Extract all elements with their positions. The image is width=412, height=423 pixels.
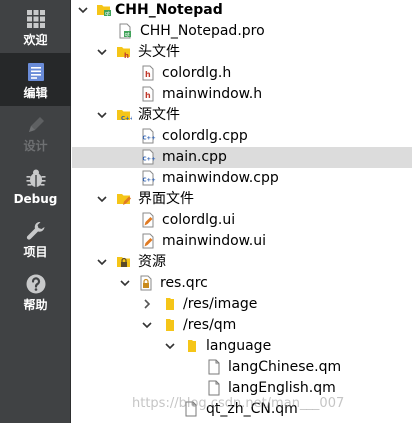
chevron-down-icon[interactable] xyxy=(76,3,90,17)
project-tree: qt CHH_Notepad qt CHH_Notepad.pro h 头文件 … xyxy=(72,0,412,423)
resource-folder-icon xyxy=(117,257,130,267)
tree-item-file[interactable]: langChinese.qm xyxy=(72,357,412,378)
tree-item-project[interactable]: qt CHH_Notepad xyxy=(72,0,412,21)
tree-item-qrc-file[interactable]: res.qrc xyxy=(72,273,412,294)
tree-item-label: mainwindow.cpp xyxy=(162,170,279,186)
tree-item-label: langEnglish.qm xyxy=(228,380,336,396)
tree-item-folder[interactable]: language xyxy=(72,336,412,357)
pencil-icon xyxy=(28,117,44,132)
tree-item-forms-folder[interactable]: 界面文件 xyxy=(72,189,412,210)
mode-help-label: 帮助 xyxy=(23,298,48,312)
mode-edit-label: 编辑 xyxy=(23,86,48,100)
svg-text:C++: C++ xyxy=(121,116,132,122)
bug-icon xyxy=(26,169,45,187)
svg-text:qt: qt xyxy=(125,32,130,38)
header-folder-icon: h xyxy=(117,47,130,60)
mode-projects-label: 项目 xyxy=(23,245,48,259)
tree-item-label: qt_zh_CN.qm xyxy=(206,401,298,417)
mode-design[interactable]: 设计 xyxy=(0,106,71,159)
mode-welcome-label: 欢迎 xyxy=(23,33,48,47)
mode-projects[interactable]: 项目 xyxy=(0,212,71,265)
svg-text:qt: qt xyxy=(105,11,110,17)
tree-item-label: 界面文件 xyxy=(138,191,194,207)
tree-item-label: /res/image xyxy=(183,296,258,312)
tree-item-sources-folder[interactable]: C++ 源文件 xyxy=(72,105,412,126)
cpp-file-icon: C++ xyxy=(142,128,157,144)
tree-item-label: mainwindow.ui xyxy=(162,233,267,249)
folder-icon xyxy=(166,298,174,310)
ui-file-icon xyxy=(142,212,154,228)
tree-item-file[interactable]: C++ colordlg.cpp xyxy=(72,126,412,147)
tree-item-label: mainwindow.h xyxy=(162,86,263,102)
file-icon xyxy=(208,380,220,396)
header-file-icon: h xyxy=(142,86,154,102)
tree-item-label: CHH_Notepad.pro xyxy=(140,23,265,39)
tree-item-label: res.qrc xyxy=(160,275,208,291)
tree-item-label: colordlg.cpp xyxy=(162,128,248,144)
svg-text:h: h xyxy=(145,70,151,79)
pro-file-icon: qt xyxy=(119,23,131,39)
tree-item-file[interactable]: langEnglish.qm xyxy=(72,378,412,399)
tree-item-folder[interactable]: /res/image xyxy=(72,294,412,315)
tree-item-label: colordlg.ui xyxy=(162,212,236,228)
tree-item-file-selected[interactable]: C++ main.cpp xyxy=(72,147,412,168)
cpp-file-icon: C++ xyxy=(142,170,157,186)
chevron-right-icon[interactable] xyxy=(140,297,154,311)
chevron-down-icon[interactable] xyxy=(95,45,109,59)
tree-item-label: langChinese.qm xyxy=(228,359,342,375)
file-icon xyxy=(208,359,220,375)
svg-text:h: h xyxy=(124,52,129,60)
tree-item-label: language xyxy=(206,338,272,354)
tree-item-file[interactable]: h colordlg.h xyxy=(72,63,412,84)
chevron-down-icon[interactable] xyxy=(140,318,154,332)
document-edit-icon xyxy=(27,63,44,81)
chevron-down-icon[interactable] xyxy=(163,339,177,353)
file-icon xyxy=(185,401,197,417)
folder-icon xyxy=(166,319,174,331)
mode-debug-label: Debug xyxy=(13,192,58,206)
chevron-down-icon[interactable] xyxy=(95,192,109,206)
ui-file-icon xyxy=(142,233,154,249)
qrc-file-icon xyxy=(140,275,152,291)
tree-item-pro-file[interactable]: qt CHH_Notepad.pro xyxy=(72,21,412,42)
mode-debug[interactable]: Debug xyxy=(0,159,71,212)
mode-welcome[interactable]: 欢迎 xyxy=(0,0,71,53)
tree-item-label: 头文件 xyxy=(138,44,180,60)
project-icon: qt xyxy=(97,5,111,17)
mode-edit[interactable]: 编辑 xyxy=(0,53,71,106)
tree-item-resources-folder[interactable]: 资源 xyxy=(72,252,412,273)
form-folder-icon xyxy=(117,194,131,205)
chevron-down-icon[interactable] xyxy=(118,276,132,290)
mode-selector-bar: 欢迎 编辑 设计 Debug 项目 帮助 xyxy=(0,0,71,423)
cpp-file-icon: C++ xyxy=(142,149,157,165)
tree-item-file[interactable]: mainwindow.ui xyxy=(72,231,412,252)
tree-item-label: /res/qm xyxy=(183,317,237,333)
svg-text:C++: C++ xyxy=(143,157,157,163)
tree-item-file[interactable]: qt_zh_CN.qm xyxy=(72,399,412,420)
mode-help[interactable]: 帮助 xyxy=(0,265,71,318)
tree-item-label: 源文件 xyxy=(138,107,180,123)
wrench-icon xyxy=(26,222,44,240)
svg-text:h: h xyxy=(145,91,151,100)
tree-item-folder[interactable]: /res/qm xyxy=(72,315,412,336)
svg-text:C++: C++ xyxy=(143,178,157,184)
tree-item-label: colordlg.h xyxy=(162,65,232,81)
tree-item-file[interactable]: C++ mainwindow.cpp xyxy=(72,168,412,189)
folder-icon xyxy=(188,340,196,352)
svg-text:C++: C++ xyxy=(143,136,157,142)
chevron-down-icon[interactable] xyxy=(95,108,109,122)
chevron-down-icon[interactable] xyxy=(95,255,109,269)
tree-item-headers-folder[interactable]: h 头文件 xyxy=(72,42,412,63)
tree-item-label: CHH_Notepad xyxy=(115,2,223,18)
tree-item-label: main.cpp xyxy=(162,149,227,165)
tree-item-file[interactable]: h mainwindow.h xyxy=(72,84,412,105)
grid-icon xyxy=(26,10,45,28)
help-icon xyxy=(26,274,45,294)
tree-item-label: 资源 xyxy=(138,254,166,270)
mode-design-label: 设计 xyxy=(23,139,48,153)
tree-item-file[interactable]: colordlg.ui xyxy=(72,210,412,231)
header-file-icon: h xyxy=(142,65,154,81)
source-folder-icon: C++ xyxy=(117,110,132,122)
